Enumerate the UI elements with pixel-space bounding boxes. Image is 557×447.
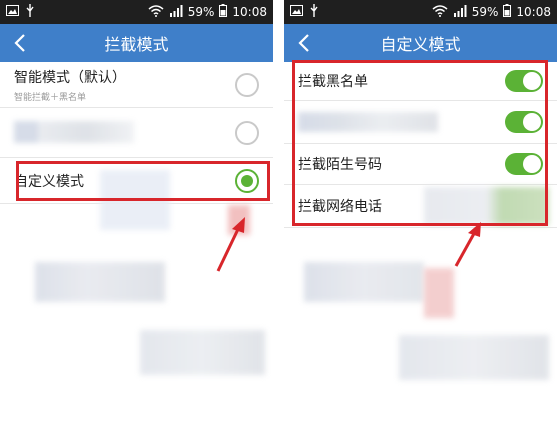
chevron-left-icon xyxy=(298,34,309,52)
app-bar: 拦截模式 xyxy=(0,24,273,62)
status-bar: 59% 10:08 xyxy=(284,0,557,24)
usb-icon xyxy=(25,4,35,20)
option-description: 智能拦截＋黑名单 xyxy=(14,92,87,103)
battery-text: 59% xyxy=(471,5,499,19)
toggle-switch[interactable] xyxy=(505,153,543,175)
pixelated-area xyxy=(399,335,549,380)
switch-row-network-call[interactable]: 拦截网络电话 xyxy=(284,185,557,228)
pixelated-area xyxy=(304,262,424,302)
signal-icon xyxy=(453,4,467,20)
wifi-icon xyxy=(432,4,448,20)
pixelated-area xyxy=(424,187,549,225)
option-label: 智能模式（默认） xyxy=(14,69,126,86)
mode-option-2[interactable] xyxy=(0,108,273,158)
usb-icon xyxy=(309,4,319,20)
app-bar: 自定义模式 xyxy=(284,24,557,62)
pixelated-area xyxy=(35,262,165,302)
switch-row-2[interactable] xyxy=(284,101,557,144)
chevron-left-icon xyxy=(14,34,25,52)
radio-button[interactable] xyxy=(235,120,259,145)
toggle-switch[interactable] xyxy=(505,70,543,92)
switch-row-stranger[interactable]: 拦截陌生号码 xyxy=(284,144,557,185)
mode-option-smart[interactable]: 智能模式（默认） 智能拦截＋黑名单 xyxy=(0,62,273,108)
radio-button-selected[interactable] xyxy=(235,168,259,193)
battery-icon xyxy=(219,4,228,20)
page-title: 自定义模式 xyxy=(380,35,461,54)
back-button[interactable] xyxy=(0,24,40,62)
panel-gap xyxy=(273,0,284,447)
pixelated-area xyxy=(140,330,265,375)
pixelated-area xyxy=(100,170,170,230)
right-screen: 59% 10:08 自定义模式 拦截黑名单 拦截陌生号码 拦截网络电话 xyxy=(284,0,557,447)
pixelated-area xyxy=(228,205,250,235)
option-label: 自定义模式 xyxy=(14,173,84,190)
image-icon xyxy=(290,5,303,19)
pixelated-label xyxy=(298,112,438,132)
clock: 10:08 xyxy=(232,5,267,19)
left-screen: 59% 10:08 拦截模式 智能模式（默认） 智能拦截＋黑名单 自定义模式 xyxy=(0,0,273,447)
pixelated-area xyxy=(424,268,454,318)
page-title: 拦截模式 xyxy=(104,35,169,54)
battery-text: 59% xyxy=(187,5,215,19)
toggle-switch[interactable] xyxy=(505,111,543,133)
switch-label: 拦截网络电话 xyxy=(298,199,382,215)
back-button[interactable] xyxy=(284,24,324,62)
image-icon xyxy=(6,5,19,19)
status-bar: 59% 10:08 xyxy=(0,0,273,24)
radio-button[interactable] xyxy=(235,72,259,97)
switch-label: 拦截陌生号码 xyxy=(298,157,382,173)
battery-icon xyxy=(503,4,512,20)
clock: 10:08 xyxy=(516,5,551,19)
switch-row-blacklist[interactable]: 拦截黑名单 xyxy=(284,62,557,101)
signal-icon xyxy=(169,4,183,20)
switch-label: 拦截黑名单 xyxy=(298,74,368,90)
pixelated-label xyxy=(14,121,134,143)
wifi-icon xyxy=(148,4,164,20)
